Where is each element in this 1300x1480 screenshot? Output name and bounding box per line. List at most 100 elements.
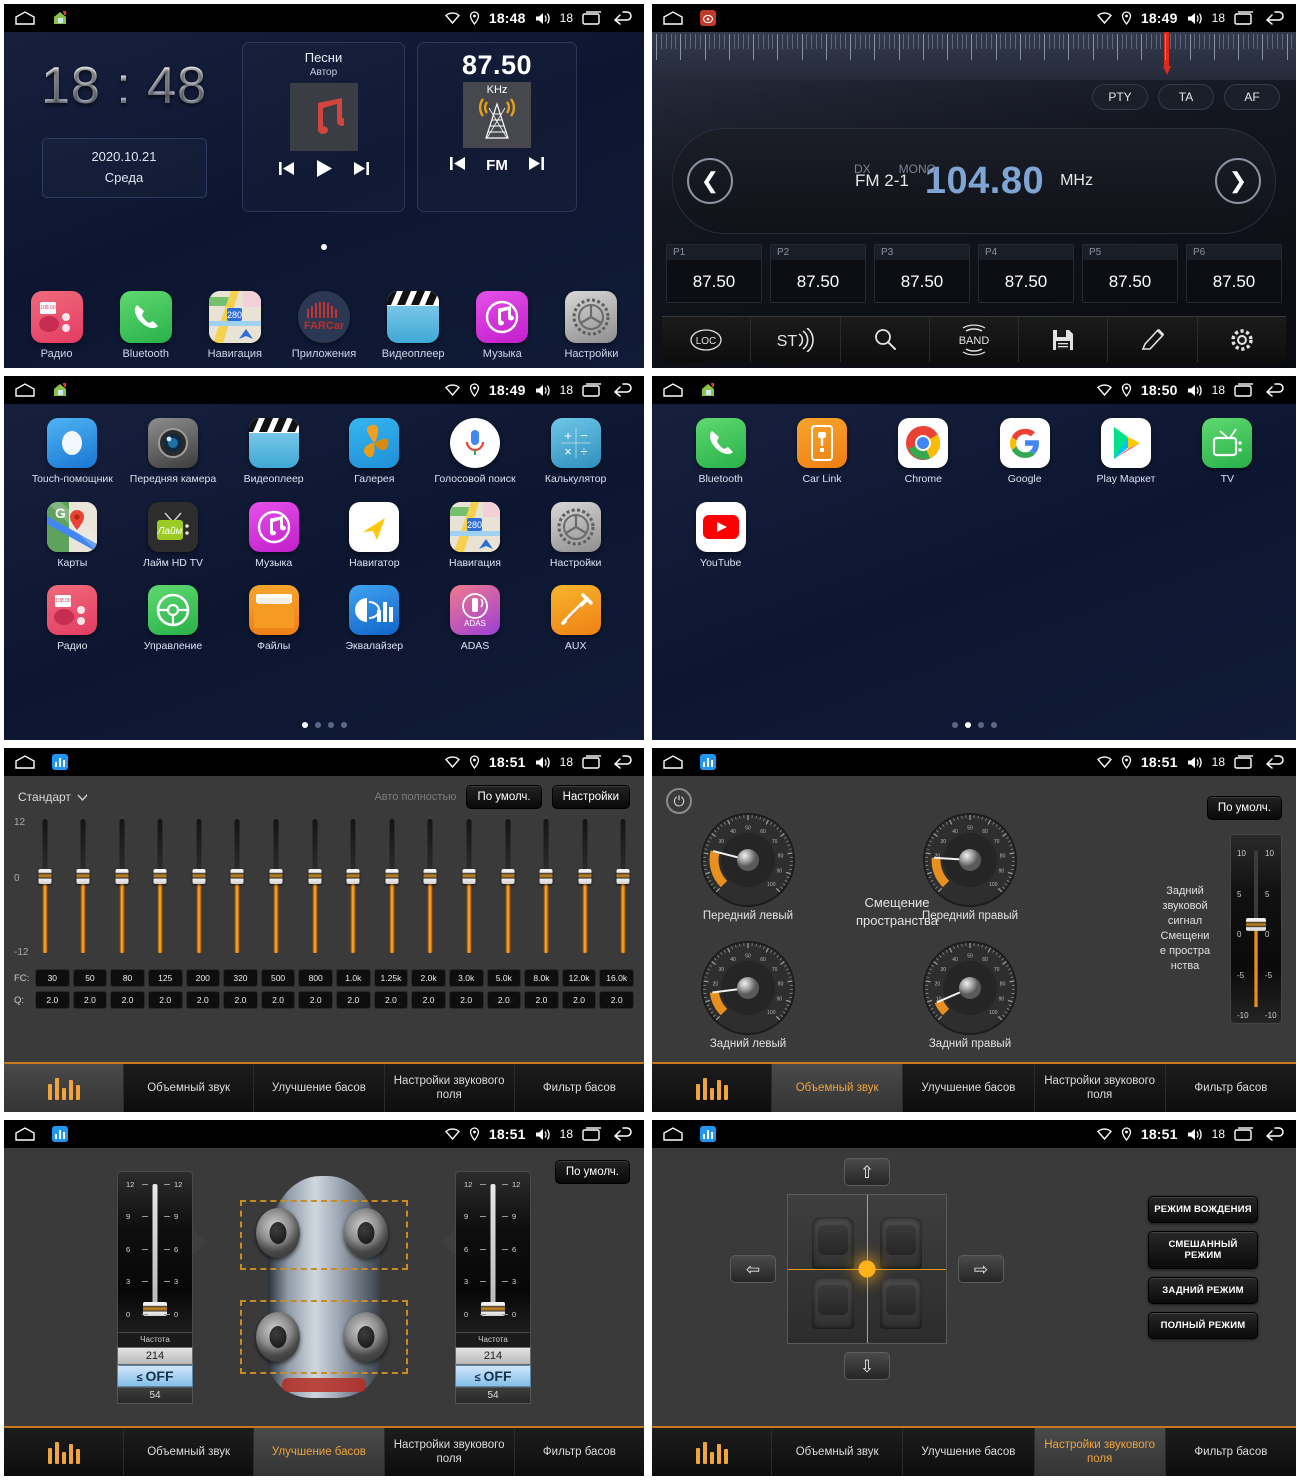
eq-q-cell[interactable]: 2.0: [411, 991, 446, 1009]
eq-q-cell[interactable]: 2.0: [298, 991, 333, 1009]
radio-widget[interactable]: 87.50 KHz FM: [417, 42, 577, 212]
dx-label[interactable]: DX: [854, 162, 871, 176]
eq-fc-cell[interactable]: 800: [298, 969, 333, 987]
recents-icon[interactable]: [582, 11, 603, 25]
music-next-button[interactable]: [353, 161, 370, 179]
bass-meter-left-scale[interactable]: 12 12 9 9 6 6 3 3 0 0: [117, 1170, 193, 1333]
dock-item-bluetooth[interactable]: Bluetooth: [107, 291, 185, 360]
app-item-car-link[interactable]: Car Link: [771, 418, 872, 486]
page-dot[interactable]: [340, 722, 347, 728]
sf-up-button[interactable]: ⇧: [844, 1158, 890, 1186]
tab-bass-filter[interactable]: Фильтр басов: [514, 1428, 644, 1476]
bass-meter-right-state[interactable]: ≤ OFF: [455, 1364, 531, 1387]
tab-equalizer[interactable]: [4, 1428, 124, 1476]
eq-preset-selector[interactable]: Стандарт: [18, 790, 88, 804]
mode-rear[interactable]: ЗАДНИЙ РЕЖИМ: [1148, 1277, 1258, 1304]
eq-settings-button[interactable]: Настройки: [551, 785, 630, 809]
recents-icon[interactable]: [582, 755, 603, 769]
preset-item[interactable]: P5 87.50: [1082, 244, 1178, 303]
eq-band-knob[interactable]: [539, 869, 553, 884]
home-outline-icon[interactable]: [14, 1127, 36, 1141]
home-outline-icon[interactable]: [662, 1127, 684, 1141]
eq-fc-cell[interactable]: 12.0k: [561, 969, 597, 987]
eq-band-slider[interactable]: [501, 815, 515, 965]
eq-band-knob[interactable]: [385, 869, 399, 884]
app-item-video-player[interactable]: Видеоплеер: [223, 418, 324, 486]
sound-field-pad[interactable]: [787, 1194, 947, 1344]
recents-icon[interactable]: [1234, 1127, 1255, 1141]
back-icon[interactable]: [612, 11, 634, 25]
eq-band-slider[interactable]: [115, 815, 129, 965]
tune-up-button[interactable]: ❯: [1215, 158, 1261, 204]
dial-rear-right[interactable]: 10 20 30 40 50 60 70 80 90 100: [916, 940, 1024, 1036]
app-item-music[interactable]: Музыка: [223, 501, 324, 570]
eq-band-knob[interactable]: [115, 869, 129, 884]
eq-fc-cell[interactable]: 30: [35, 969, 70, 987]
settings-button[interactable]: [1198, 317, 1286, 362]
eq-band-knob[interactable]: [346, 869, 360, 884]
app-item-calculator[interactable]: + − × ÷ Калькулятор: [525, 418, 626, 486]
house-app-icon[interactable]: [700, 382, 716, 398]
back-icon[interactable]: [1264, 1127, 1286, 1141]
music-widget[interactable]: Песни Автор: [242, 42, 405, 212]
radio-app-icon[interactable]: [700, 10, 716, 26]
tab-bass-filter[interactable]: Фильтр басов: [1165, 1428, 1296, 1476]
scan-search-button[interactable]: [841, 317, 930, 362]
tab-surround[interactable]: Объемный звук: [124, 1064, 255, 1112]
eq-q-cell[interactable]: 2.0: [260, 991, 296, 1009]
eq-q-cell[interactable]: 2.0: [373, 991, 409, 1009]
dock-item-music[interactable]: Музыка: [463, 291, 541, 360]
music-prev-button[interactable]: [278, 161, 295, 179]
app-item-adas[interactable]: ADAS ADAS: [425, 585, 526, 653]
tab-equalizer[interactable]: [4, 1064, 124, 1112]
app-item-youtube[interactable]: YouTube: [670, 501, 771, 570]
eq-band-slider[interactable]: [38, 815, 51, 965]
page-dot[interactable]: [314, 722, 321, 728]
tuning-dial[interactable]: [652, 32, 1296, 80]
eq-q-cell[interactable]: 2.0: [110, 991, 145, 1009]
eq-band-slider[interactable]: [616, 815, 630, 965]
af-button[interactable]: AF: [1224, 84, 1280, 110]
eq-band-slider[interactable]: [308, 815, 322, 965]
stereo-button[interactable]: ST: [751, 317, 841, 362]
rear-signal-fader[interactable]: 10 10 5 5 0 0 -5 -5 -10 -10: [1230, 834, 1282, 1024]
eq-q-cell[interactable]: 2.0: [72, 991, 108, 1009]
tab-equalizer[interactable]: [652, 1428, 772, 1476]
knob-front-left[interactable]: 10 20 30 40 50 60 70 80 90 100 Передний левый: [688, 812, 808, 922]
preset-item[interactable]: P1 87.50: [666, 244, 762, 303]
dial-rear-left[interactable]: 10 20 30 40 50 60 70 80 90 100: [694, 940, 802, 1036]
app-item-gallery[interactable]: Галерея: [324, 418, 425, 486]
equalizer-app-icon[interactable]: [52, 754, 68, 770]
recents-icon[interactable]: [1234, 11, 1255, 25]
eq-q-cell[interactable]: 2.0: [448, 991, 484, 1009]
app-item-aux[interactable]: AUX: [525, 585, 626, 653]
app-item-navigation[interactable]: 280 Навигация: [425, 501, 526, 570]
recents-icon[interactable]: [1234, 383, 1255, 397]
eq-band-knob[interactable]: [38, 869, 51, 884]
preset-item[interactable]: P6 87.50: [1186, 244, 1282, 303]
page-dot[interactable]: [951, 722, 958, 728]
eq-fc-cell[interactable]: 8.0k: [524, 969, 559, 987]
dial-front-left[interactable]: 10 20 30 40 50 60 70 80 90 100: [694, 812, 802, 908]
tab-sound-field[interactable]: Настройки звукового поля: [384, 1428, 515, 1476]
tab-sound-field[interactable]: Настройки звукового поля: [384, 1064, 515, 1112]
equalizer-app-icon[interactable]: [700, 754, 716, 770]
eq-default-button[interactable]: По умолч.: [466, 785, 542, 809]
recents-icon[interactable]: [1234, 755, 1255, 769]
page-dot[interactable]: [327, 722, 334, 728]
eq-fc-cell[interactable]: 2.0k: [411, 969, 446, 987]
edit-button[interactable]: [1108, 317, 1198, 362]
eq-fc-cell[interactable]: 500: [260, 969, 296, 987]
recents-icon[interactable]: [582, 1127, 603, 1141]
eq-band-knob[interactable]: [308, 869, 322, 884]
fader-knob[interactable]: [1246, 918, 1266, 931]
app-item-radio[interactable]: 108.00 Радио: [22, 585, 123, 653]
sound-field-position-dot[interactable]: [858, 1260, 876, 1278]
eq-band-knob[interactable]: [269, 869, 283, 884]
eq-band-slider[interactable]: [578, 815, 592, 965]
eq-fc-cell[interactable]: 125: [147, 969, 183, 987]
dock-item-apps[interactable]: FARCar Приложения: [285, 291, 363, 360]
tab-bass-filter[interactable]: Фильтр басов: [514, 1064, 644, 1112]
eq-band-slider[interactable]: [346, 815, 360, 965]
tab-bass-boost[interactable]: Улучшение басов: [903, 1428, 1035, 1476]
